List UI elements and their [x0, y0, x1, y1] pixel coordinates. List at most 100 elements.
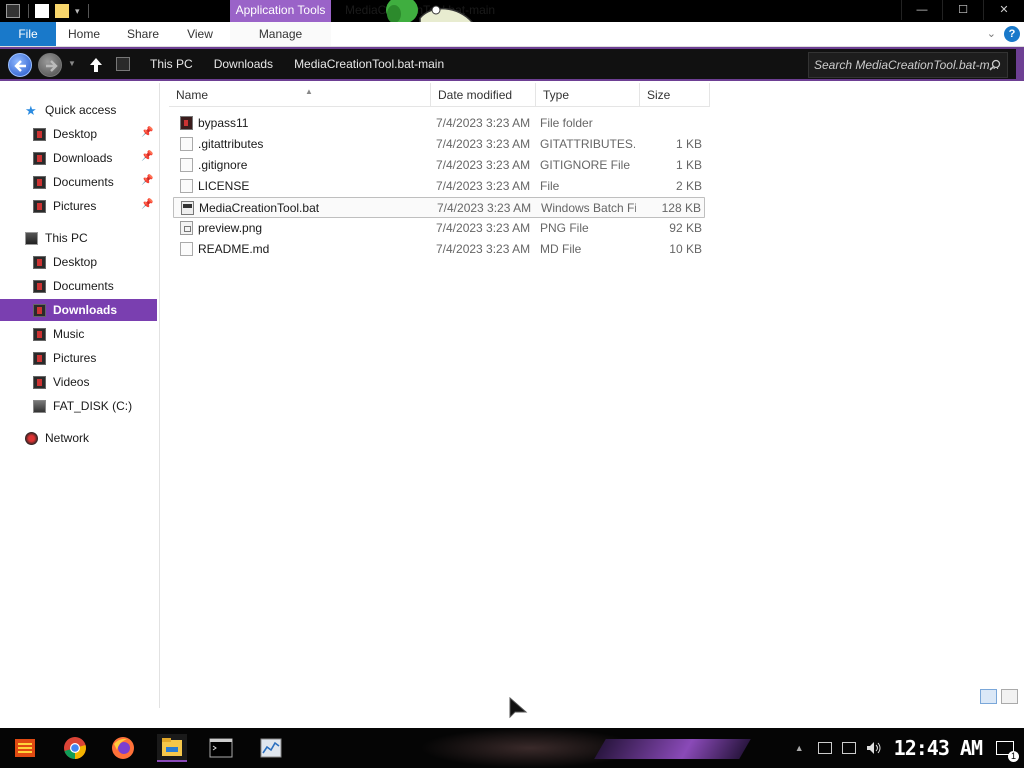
sidebar-item-pictures[interactable]: Pictures: [0, 347, 157, 369]
search-icon[interactable]: [989, 59, 1001, 71]
taskbar: ▲ 12:43 AM 1: [0, 728, 1024, 768]
tab-manage[interactable]: Manage: [230, 22, 331, 46]
pin-icon[interactable]: 📌: [141, 175, 153, 186]
sidebar-item-network[interactable]: Network: [0, 427, 157, 449]
taskbar-decoration: [594, 739, 751, 759]
new-folder-icon[interactable]: [55, 4, 69, 18]
drive-icon: [33, 399, 46, 413]
minimize-button[interactable]: —: [901, 0, 942, 20]
arrow-left-icon: [14, 60, 26, 72]
column-header-size[interactable]: Size: [640, 83, 710, 107]
sidebar-item-fat-disk[interactable]: FAT_DISK (C:): [0, 395, 157, 417]
file-name: LICENSE: [198, 179, 250, 193]
file-row[interactable]: README.md 7/4/2023 3:23 AM MD File 10 KB: [173, 239, 705, 260]
maximize-button[interactable]: ☐: [942, 0, 983, 20]
image-file-icon: [180, 221, 193, 235]
search-input[interactable]: Search MediaCreationTool.bat-m...: [808, 52, 1008, 78]
network-icon: [25, 431, 38, 445]
tab-view[interactable]: View: [172, 22, 228, 46]
taskbar-clock[interactable]: 12:43 AM: [894, 736, 983, 760]
system-tray: ▲ 12:43 AM 1: [795, 728, 1024, 768]
pin-icon[interactable]: 📌: [141, 127, 153, 138]
navigation-bar: ▼ This PC Downloads MediaCreationTool.ba…: [0, 47, 1024, 81]
tablet-mode-icon[interactable]: [817, 742, 832, 754]
column-header-label: Name: [176, 88, 209, 102]
recent-locations-chevron-icon[interactable]: ▼: [68, 59, 76, 68]
sidebar-item-documents[interactable]: Documents: [0, 275, 157, 297]
file-row[interactable]: preview.png 7/4/2023 3:23 AM PNG File 92 KB: [173, 218, 705, 239]
breadcrumb-downloads[interactable]: Downloads: [214, 57, 273, 71]
file-row[interactable]: LICENSE 7/4/2023 3:23 AM File 2 KB: [173, 176, 705, 197]
sidebar-item-downloads[interactable]: Downloads: [0, 299, 157, 321]
notification-count-badge: 1: [1008, 751, 1019, 762]
pin-icon[interactable]: 📌: [141, 151, 153, 162]
expand-ribbon-chevron-icon[interactable]: ⌄: [987, 27, 996, 40]
sidebar-item-label: Downloads: [53, 303, 118, 317]
sidebar-item-quick-downloads[interactable]: Downloads 📌: [0, 147, 157, 169]
sidebar-item-label: Quick access: [45, 103, 117, 117]
forward-button[interactable]: [38, 53, 62, 77]
sidebar-item-desktop[interactable]: Desktop: [0, 251, 157, 273]
sidebar-item-label: Desktop: [53, 127, 98, 141]
tab-home[interactable]: Home: [56, 22, 112, 46]
start-button[interactable]: [10, 734, 40, 762]
file-date-modified: 7/4/2023 3:23 AM: [436, 137, 531, 151]
star-icon: ★: [25, 102, 37, 118]
column-header-date-modified[interactable]: Date modified: [431, 83, 536, 107]
back-button[interactable]: [8, 53, 32, 77]
file-type: File folder: [540, 116, 593, 130]
column-header-name[interactable]: ▲ Name: [169, 83, 431, 107]
sidebar-item-music[interactable]: Music: [0, 323, 157, 345]
pin-icon[interactable]: 📌: [141, 199, 153, 210]
network-status-icon[interactable]: [841, 742, 856, 754]
details-view-button[interactable]: [980, 689, 997, 704]
resource-monitor-icon: [260, 738, 282, 758]
help-icon[interactable]: ?: [1004, 26, 1020, 42]
documents-icon: [33, 175, 46, 189]
folder-icon: [180, 116, 193, 130]
file-size: 1 KB: [675, 158, 702, 172]
customize-toolbar-chevron-icon[interactable]: ▾: [75, 6, 80, 17]
downloads-icon: [33, 303, 46, 317]
volume-icon[interactable]: [866, 741, 882, 755]
taskbar-command-prompt[interactable]: [206, 734, 236, 762]
large-icons-view-button[interactable]: [1001, 689, 1018, 704]
toolbar-divider: [28, 4, 29, 18]
toolbar-divider: [87, 4, 89, 18]
breadcrumb: This PC Downloads MediaCreationTool.bat-…: [110, 51, 790, 77]
taskbar-resource-monitor[interactable]: [256, 734, 286, 762]
sidebar-item-label: Pictures: [53, 351, 97, 365]
tab-share[interactable]: Share: [114, 22, 172, 46]
sidebar-item-label: Downloads: [53, 151, 113, 165]
breadcrumb-current-folder[interactable]: MediaCreationTool.bat-main: [294, 57, 444, 71]
taskbar-firefox[interactable]: [108, 734, 138, 762]
file-row[interactable]: .gitattributes 7/4/2023 3:23 AM GITATTRIBU…: [173, 134, 705, 155]
sidebar-item-this-pc[interactable]: This PC: [0, 227, 157, 249]
sidebar-item-quick-pictures[interactable]: Pictures 📌: [0, 195, 157, 217]
file-row[interactable]: MediaCreationTool.bat 7/4/2023 3:23 AM Win…: [173, 197, 705, 218]
tab-file[interactable]: File: [0, 22, 56, 46]
column-header-type[interactable]: Type: [536, 83, 640, 107]
taskbar-chrome[interactable]: [60, 734, 90, 762]
file-date-modified: 7/4/2023 3:23 AM: [436, 116, 531, 130]
app-icon[interactable]: [6, 4, 20, 18]
file-row[interactable]: .gitignore 7/4/2023 3:23 AM GITIGNORE File…: [173, 155, 705, 176]
file-row[interactable]: bypass11 7/4/2023 3:23 AM File folder: [173, 113, 705, 134]
arrow-right-icon: [46, 60, 58, 72]
quick-access-toolbar: ▾: [0, 0, 89, 22]
window-controls: — ☐ ✕: [901, 0, 1024, 22]
action-center-icon[interactable]: 1: [996, 741, 1019, 762]
properties-icon[interactable]: [35, 4, 49, 18]
close-button[interactable]: ✕: [983, 0, 1024, 20]
file-name: MediaCreationTool.bat: [199, 201, 320, 215]
document-icon: [180, 179, 193, 193]
sidebar-item-videos[interactable]: Videos: [0, 371, 157, 393]
up-folder-button[interactable]: [88, 56, 104, 74]
sidebar-item-quick-desktop[interactable]: Desktop 📌: [0, 123, 157, 145]
breadcrumb-this-pc[interactable]: This PC: [150, 57, 193, 71]
sidebar-item-quick-documents[interactable]: Documents 📌: [0, 171, 157, 193]
sidebar-item-quick-access[interactable]: ★ Quick access: [0, 99, 157, 121]
taskbar-file-explorer[interactable]: [157, 734, 187, 762]
document-icon: [180, 137, 193, 151]
show-hidden-icons-chevron-icon[interactable]: ▲: [795, 743, 804, 753]
